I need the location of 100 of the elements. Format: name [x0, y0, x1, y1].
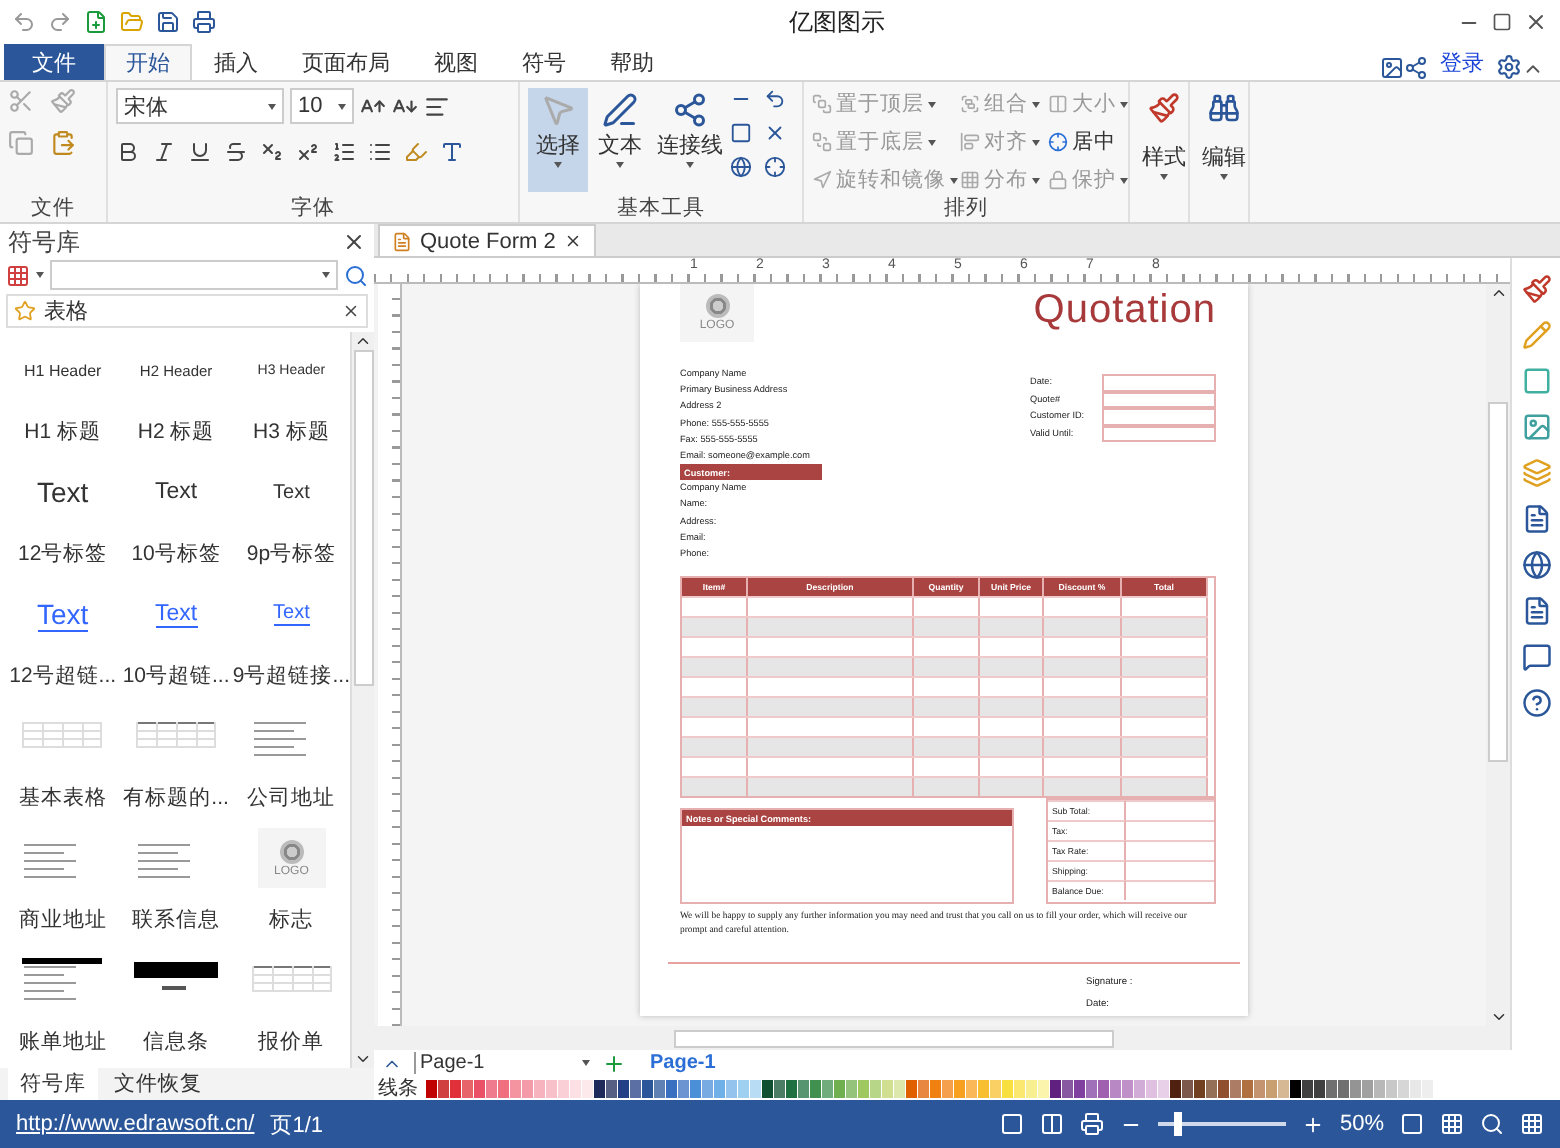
- side-tool-icon[interactable]: [1521, 412, 1551, 442]
- align-icon[interactable]: [424, 93, 450, 119]
- paste-icon[interactable]: [50, 130, 76, 156]
- shape-caption: 10号超链...: [122, 661, 230, 690]
- scroll-down-icon[interactable]: [354, 1050, 372, 1068]
- header-preview[interactable]: H1 Header: [24, 361, 102, 380]
- ribbon-tab[interactable]: 页面布局: [280, 44, 412, 80]
- view-tool-icon[interactable]: [1440, 1112, 1464, 1136]
- close-icon[interactable]: [1524, 10, 1548, 34]
- arrange-icon: [960, 132, 980, 152]
- view-mode-icon[interactable]: [1039, 1112, 1064, 1136]
- scrollbar[interactable]: [1486, 284, 1510, 1026]
- panel-tab[interactable]: 文件恢复: [102, 1068, 214, 1100]
- scrollbar[interactable]: [350, 332, 374, 1068]
- link-preview[interactable]: Text: [37, 597, 89, 632]
- login-link[interactable]: 登录: [1440, 47, 1484, 77]
- document-tab[interactable]: Quote Form 2: [378, 224, 596, 256]
- panel-tab[interactable]: 符号库: [8, 1068, 98, 1100]
- toolbar-icon[interactable]: [156, 10, 180, 34]
- group-label: 排列: [942, 194, 990, 222]
- table-thumbnail[interactable]: [22, 722, 103, 751]
- style-button[interactable]: 样式: [1138, 88, 1190, 192]
- info-field: [1102, 408, 1216, 425]
- arrange-icon: [960, 94, 980, 114]
- text-preview[interactable]: Text: [273, 481, 310, 504]
- shape-caption: H2 标题: [137, 417, 215, 446]
- page-select[interactable]: Page-1: [414, 1052, 590, 1074]
- side-tool-icon[interactable]: [1521, 596, 1551, 626]
- website-link[interactable]: http://www.edrawsoft.cn/: [16, 1112, 255, 1136]
- text-preview[interactable]: Text: [155, 480, 198, 505]
- color-palette-drawing[interactable]: [426, 1079, 1434, 1097]
- table-thumbnail[interactable]: [251, 966, 332, 995]
- view-tool-icon[interactable]: [1480, 1112, 1504, 1136]
- close-icon[interactable]: [342, 230, 366, 254]
- shape-caption: 报价单: [258, 1027, 325, 1056]
- view-tool-icon[interactable]: [1400, 1112, 1424, 1136]
- tool-button[interactable]: 文本: [590, 88, 650, 192]
- side-tool-icon[interactable]: [1521, 550, 1551, 580]
- info-field: [1102, 391, 1216, 408]
- ribbon-tab[interactable]: 帮助: [588, 44, 676, 80]
- tool-button[interactable]: 选择: [528, 88, 588, 192]
- window-title: 亿图图示: [787, 5, 887, 39]
- line-spacing-icon[interactable]: [332, 140, 356, 164]
- scroll-thumb[interactable]: [1488, 402, 1508, 762]
- scroll-thumb[interactable]: [353, 350, 373, 686]
- link-preview[interactable]: Text: [273, 602, 310, 627]
- view-mode-icon[interactable]: [1079, 1112, 1104, 1136]
- ribbon-tab[interactable]: 符号: [500, 44, 588, 80]
- caret-icon: [1220, 174, 1228, 180]
- bold-icon[interactable]: [116, 140, 140, 164]
- font-select[interactable]: 宋体: [116, 88, 284, 124]
- toolbar-icon[interactable]: [192, 10, 216, 34]
- close-icon[interactable]: [342, 302, 360, 320]
- library-icon[interactable]: [6, 263, 30, 287]
- rectangle-icon[interactable]: [730, 122, 752, 144]
- size-select[interactable]: 10: [290, 88, 354, 124]
- shape-caption: H1 标题: [24, 417, 102, 446]
- file-tab[interactable]: 文件: [4, 44, 104, 80]
- maximize-icon[interactable]: [1492, 12, 1512, 32]
- side-tool-icon[interactable]: [1521, 504, 1551, 534]
- ribbon-tab[interactable]: 视图: [412, 44, 500, 80]
- scroll-down-icon[interactable]: [1489, 1008, 1507, 1026]
- share-icon[interactable]: [1404, 56, 1428, 80]
- caret-icon: [1032, 139, 1040, 145]
- strikethrough-icon[interactable]: [224, 140, 248, 164]
- subscript-icon[interactable]: [260, 140, 284, 164]
- arrange-button[interactable]: 居中: [1048, 128, 1128, 156]
- ribbon-tab[interactable]: 插入: [192, 44, 280, 80]
- scroll-up-icon[interactable]: [1489, 284, 1507, 302]
- add-page-icon[interactable]: [602, 1051, 626, 1075]
- page-indicator: 页1/1: [270, 1111, 324, 1139]
- highlighter-icon[interactable]: [404, 140, 428, 164]
- cross-icon[interactable]: [764, 122, 786, 144]
- zoom-value[interactable]: 50%: [1339, 1112, 1384, 1136]
- view-tool-icon[interactable]: [1520, 1112, 1544, 1136]
- edit-button[interactable]: 编辑: [1198, 88, 1250, 192]
- side-tool-icon[interactable]: [1521, 642, 1551, 672]
- text-block-thumbnail[interactable]: [22, 958, 103, 1003]
- view-mode-icon[interactable]: [999, 1112, 1024, 1136]
- page-tab[interactable]: Page-1: [638, 1052, 728, 1074]
- toolbar-icon[interactable]: [84, 10, 108, 34]
- close-icon[interactable]: [563, 232, 582, 250]
- scroll-up-icon[interactable]: [354, 332, 372, 350]
- side-tool-icon[interactable]: [1521, 274, 1551, 304]
- zoom-handle[interactable]: [1173, 1112, 1182, 1136]
- search-icon[interactable]: [344, 263, 368, 287]
- superscript-icon[interactable]: [296, 140, 320, 164]
- search-field[interactable]: [50, 260, 338, 290]
- category-bar[interactable]: 表格: [6, 294, 368, 328]
- underline-icon[interactable]: [188, 140, 212, 164]
- ribbon-tab[interactable]: 开始: [104, 44, 192, 80]
- zoom-in-icon[interactable]: [1301, 1113, 1324, 1135]
- settings-icon[interactable]: [1496, 54, 1522, 80]
- tool-button[interactable]: 连接线: [652, 88, 728, 192]
- italic-icon[interactable]: [152, 140, 176, 164]
- side-tool-icon[interactable]: [1521, 688, 1551, 718]
- text-preview[interactable]: Text: [37, 476, 89, 509]
- table-thumbnail[interactable]: [136, 722, 217, 751]
- link-preview[interactable]: Text: [155, 601, 198, 628]
- font-color-icon[interactable]: [440, 140, 464, 164]
